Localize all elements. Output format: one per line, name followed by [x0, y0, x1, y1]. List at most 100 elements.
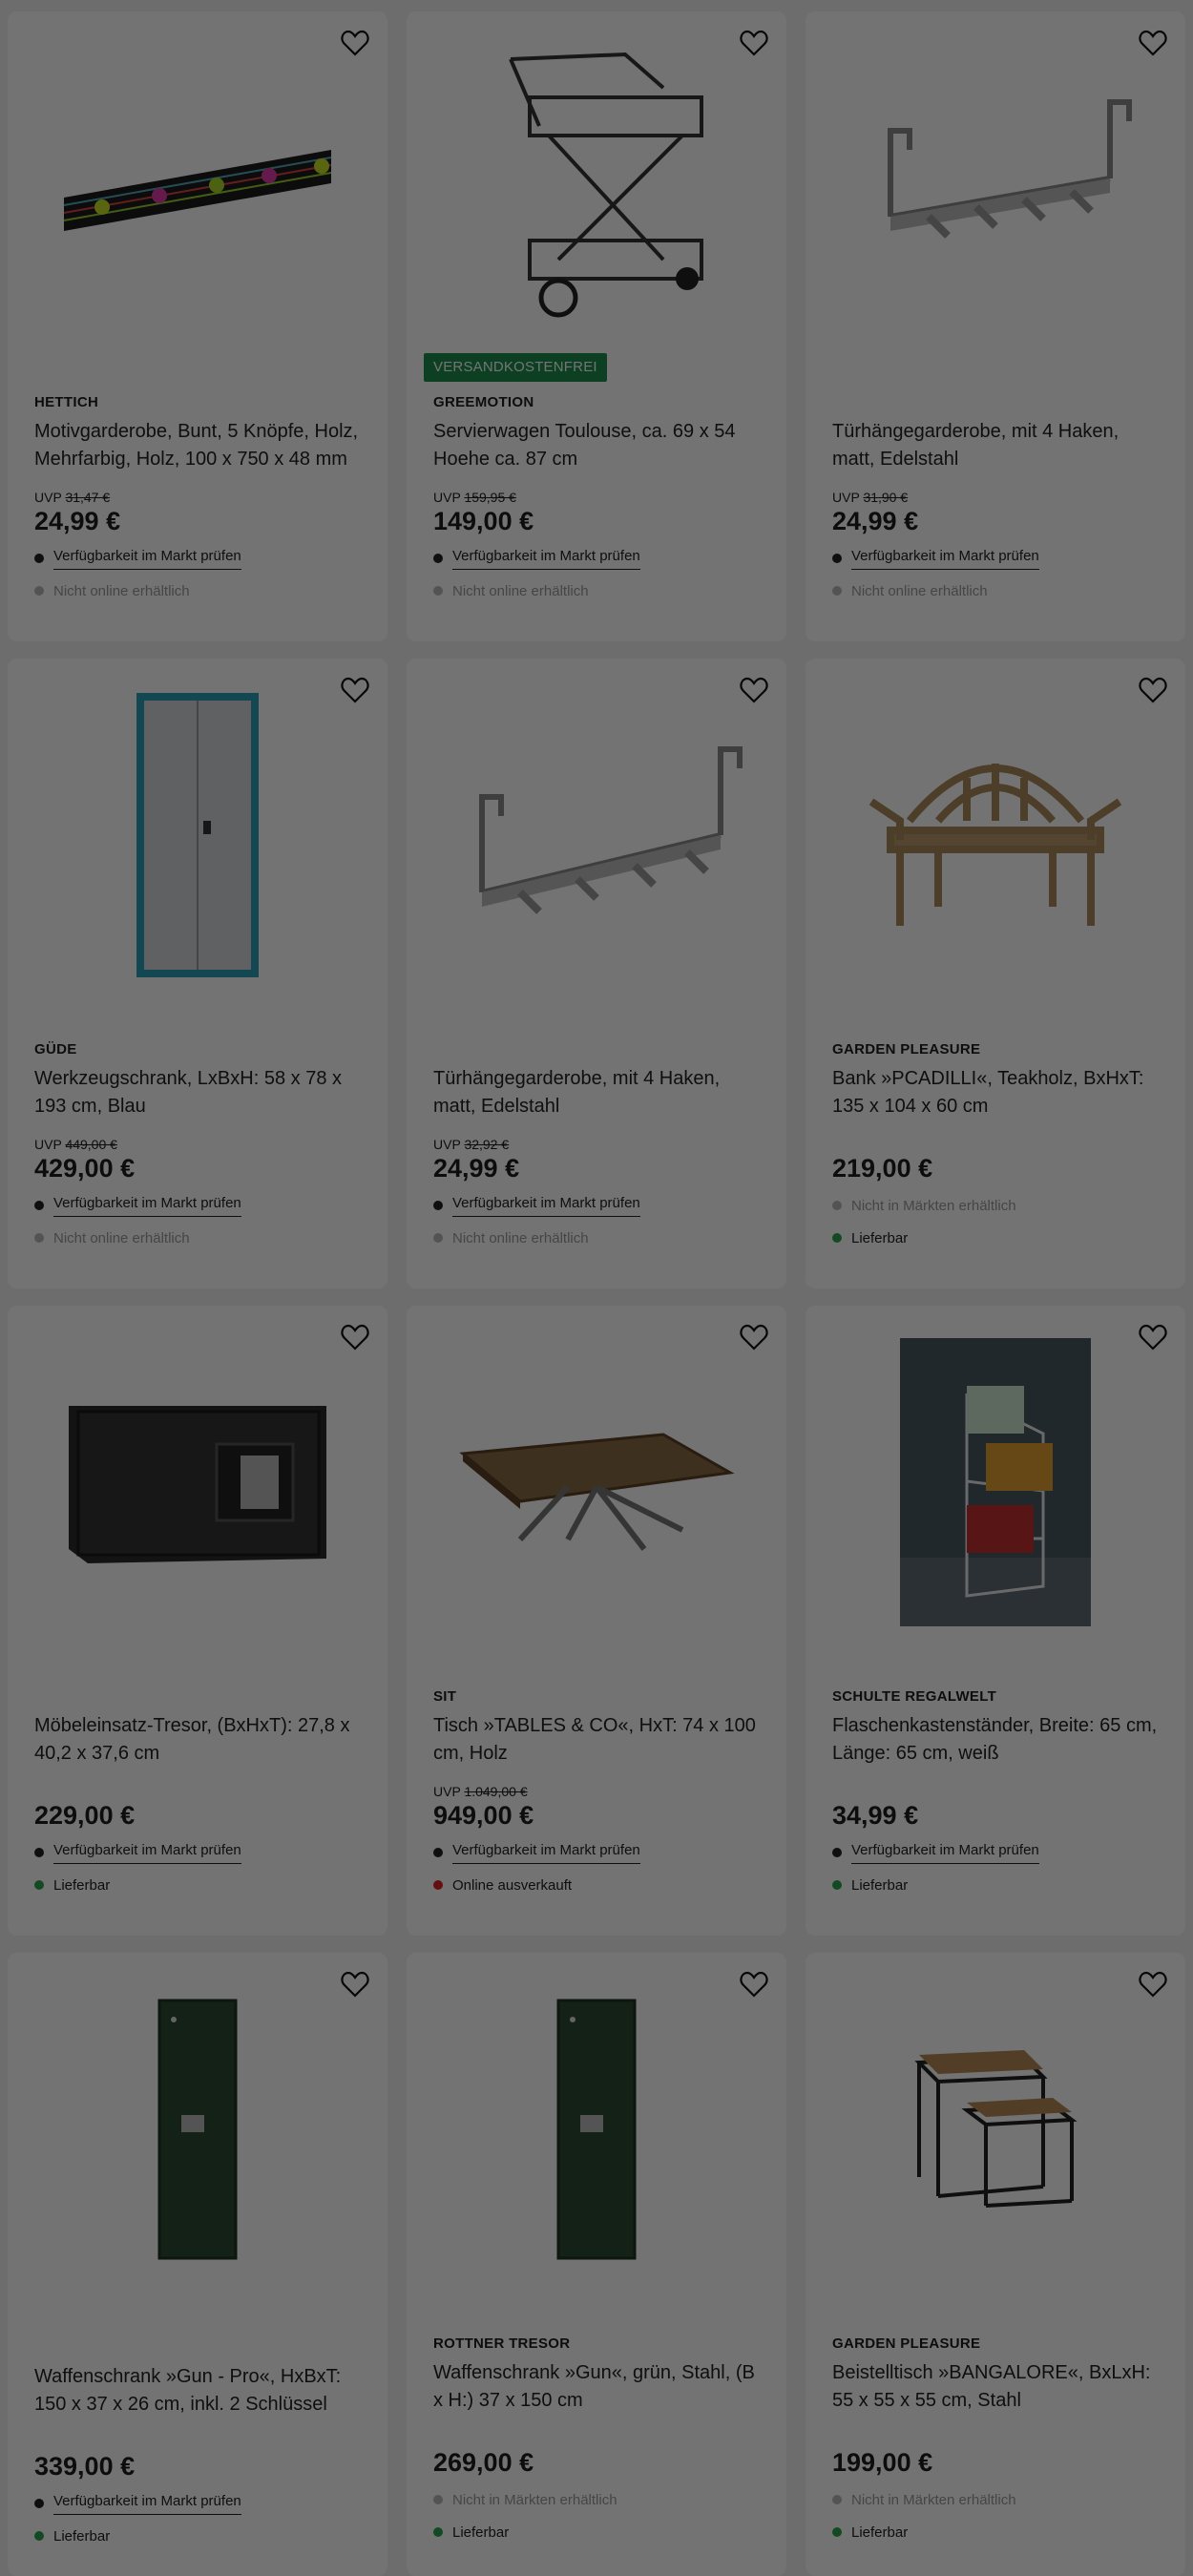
- uvp-price: UVP 31,90 €: [832, 490, 909, 505]
- availability-online: Nicht online erhältlich: [433, 1225, 767, 1250]
- product-title[interactable]: Türhängegarderobe, mit 4 Haken, matt, Ed…: [433, 1065, 767, 1120]
- product-image-gun-safe[interactable]: [27, 1972, 368, 2287]
- availability-store[interactable]: Verfügbarkeit im Markt prüfen: [433, 1193, 767, 1218]
- status-dot: [433, 2527, 443, 2537]
- availability-online: Nicht online erhältlich: [34, 1225, 368, 1250]
- status-dot: [34, 1848, 44, 1857]
- uvp-price: [34, 2434, 368, 2451]
- product-card[interactable]: GÜDE Werkzeugschrank, LxBxH: 58 x 78 x 1…: [8, 659, 387, 1288]
- status-dot: [433, 1880, 443, 1890]
- status-dot: [34, 2499, 44, 2508]
- status-dot: [433, 586, 443, 596]
- product-card[interactable]: HETTICH Motivgarderobe, Bunt, 5 Knöpfe, …: [8, 11, 387, 641]
- product-brand: GÜDE: [34, 1041, 77, 1058]
- product-title[interactable]: Beistelltisch »BANGALORE«, BxLxH: 55 x 5…: [832, 2359, 1166, 2415]
- product-price: 149,00 €: [433, 507, 534, 535]
- product-card[interactable]: VERSANDKOSTENFREI GREEMOTION Servierwage…: [407, 11, 786, 641]
- availability-store[interactable]: Verfügbarkeit im Markt prüfen: [832, 1840, 1166, 1865]
- product-brand: GARDEN PLEASURE: [832, 1041, 981, 1058]
- uvp-price: [832, 1783, 1166, 1800]
- availability-store[interactable]: Verfügbarkeit im Markt prüfen: [34, 2491, 368, 2516]
- status-dot: [832, 586, 842, 596]
- uvp-price: [34, 1783, 368, 1800]
- product-image-safe[interactable]: [27, 1325, 368, 1640]
- product-price: 229,00 €: [34, 1801, 136, 1830]
- uvp-price: UVP 32,92 €: [433, 1137, 510, 1152]
- product-title[interactable]: Waffenschrank »Gun«, grün, Stahl, (B x H…: [433, 2359, 767, 2415]
- product-price: 24,99 €: [433, 1154, 520, 1183]
- product-card[interactable]: GARDEN PLEASURE Beistelltisch »BANGALORE…: [806, 1953, 1185, 2576]
- product-price: 24,99 €: [34, 507, 121, 535]
- free-shipping-badge: VERSANDKOSTENFREI: [424, 353, 607, 382]
- product-title[interactable]: Möbeleinsatz-Tresor, (BxHxT): 27,8 x 40,…: [34, 1712, 368, 1768]
- product-card[interactable]: SCHULTE REGALWELT Flaschenkastenständer,…: [806, 1306, 1185, 1936]
- availability-store[interactable]: Verfügbarkeit im Markt prüfen: [34, 1193, 368, 1218]
- availability-store: Nicht in Märkten erhältlich: [433, 2487, 767, 2512]
- status-dot: [832, 1880, 842, 1890]
- status-dot: [34, 1880, 44, 1890]
- product-title[interactable]: Tisch »TABLES & CO«, HxT: 74 x 100 cm, H…: [433, 1712, 767, 1768]
- availability-online: Lieferbar: [34, 1873, 368, 1897]
- status-dot: [34, 586, 44, 596]
- product-title[interactable]: Motivgarderobe, Bunt, 5 Knöpfe, Holz, Me…: [34, 418, 368, 473]
- availability-store: Nicht in Märkten erhältlich: [832, 1193, 1166, 1218]
- product-title[interactable]: Türhängegarderobe, mit 4 Haken, matt, Ed…: [832, 418, 1166, 473]
- product-brand: SCHULTE REGALWELT: [832, 1688, 997, 1705]
- product-price: 24,99 €: [832, 507, 919, 535]
- product-title[interactable]: Werkzeugschrank, LxBxH: 58 x 78 x 193 cm…: [34, 1065, 368, 1120]
- product-image-side-table[interactable]: [825, 1972, 1166, 2287]
- product-image-table[interactable]: [426, 1325, 767, 1640]
- product-card[interactable]: GARDEN PLEASURE Bank »PCADILLI«, Teakhol…: [806, 659, 1185, 1288]
- product-image-door-hook-rack[interactable]: [426, 678, 767, 993]
- uvp-price: [832, 1136, 1166, 1153]
- product-brand: HETTICH: [34, 394, 99, 410]
- product-card[interactable]: Türhängegarderobe, mit 4 Haken, matt, Ed…: [806, 11, 1185, 641]
- status-dot: [433, 1233, 443, 1243]
- product-brand: [433, 1040, 767, 1059]
- status-dot: [433, 554, 443, 563]
- availability-store[interactable]: Verfügbarkeit im Markt prüfen: [34, 1840, 368, 1865]
- availability-store[interactable]: Verfügbarkeit im Markt prüfen: [832, 546, 1166, 571]
- status-dot: [832, 1848, 842, 1857]
- availability-store[interactable]: Verfügbarkeit im Markt prüfen: [433, 1840, 767, 1865]
- availability-store[interactable]: Verfügbarkeit im Markt prüfen: [433, 546, 767, 571]
- product-brand: GARDEN PLEASURE: [832, 2335, 981, 2352]
- status-dot: [34, 554, 44, 563]
- product-image-teak-bench[interactable]: [825, 678, 1166, 993]
- product-image-crate-stand[interactable]: [825, 1325, 1166, 1640]
- status-dot: [433, 1848, 443, 1857]
- product-card[interactable]: Möbeleinsatz-Tresor, (BxHxT): 27,8 x 40,…: [8, 1306, 387, 1936]
- product-title[interactable]: Servierwagen Toulouse, ca. 69 x 54 Hoehe…: [433, 418, 767, 473]
- uvp-price: UVP 159,95 €: [433, 490, 516, 505]
- product-brand: SIT: [433, 1688, 457, 1705]
- product-card[interactable]: SIT Tisch »TABLES & CO«, HxT: 74 x 100 c…: [407, 1306, 786, 1936]
- uvp-price: [832, 2430, 1166, 2447]
- status-dot: [433, 1201, 443, 1210]
- product-image-serving-cart[interactable]: [426, 31, 767, 346]
- uvp-price: UVP 1.049,00 €: [433, 1784, 528, 1799]
- uvp-price: UVP 449,00 €: [34, 1137, 117, 1152]
- uvp-price: UVP 31,47 €: [34, 490, 111, 505]
- status-dot: [433, 2495, 443, 2504]
- availability-online: Lieferbar: [433, 2520, 767, 2545]
- status-dot: [832, 2527, 842, 2537]
- status-dot: [832, 554, 842, 563]
- uvp-price: [433, 2430, 767, 2447]
- availability-online: Online ausverkauft: [433, 1873, 767, 1897]
- product-card[interactable]: Waffenschrank »Gun - Pro«, HxBxT: 150 x …: [8, 1953, 387, 2576]
- product-card[interactable]: ROTTNER TRESOR Waffenschrank »Gun«, grün…: [407, 1953, 786, 2576]
- availability-online: Lieferbar: [832, 2520, 1166, 2545]
- product-image-tool-cabinet[interactable]: [27, 678, 368, 993]
- product-title[interactable]: Flaschenkastenständer, Breite: 65 cm, Lä…: [832, 1712, 1166, 1768]
- availability-online: Nicht online erhältlich: [832, 578, 1166, 603]
- product-image-gun-safe[interactable]: [426, 1972, 767, 2287]
- product-title[interactable]: Bank »PCADILLI«, Teakholz, BxHxT: 135 x …: [832, 1065, 1166, 1120]
- status-dot: [832, 1201, 842, 1210]
- product-price: 339,00 €: [34, 2452, 136, 2481]
- availability-store[interactable]: Verfügbarkeit im Markt prüfen: [34, 546, 368, 571]
- product-image-coat-rack[interactable]: [27, 31, 368, 346]
- product-image-door-hook-rack[interactable]: [825, 31, 1166, 346]
- product-card[interactable]: Türhängegarderobe, mit 4 Haken, matt, Ed…: [407, 659, 786, 1288]
- product-title[interactable]: Waffenschrank »Gun - Pro«, HxBxT: 150 x …: [34, 2363, 368, 2419]
- status-dot: [832, 2495, 842, 2504]
